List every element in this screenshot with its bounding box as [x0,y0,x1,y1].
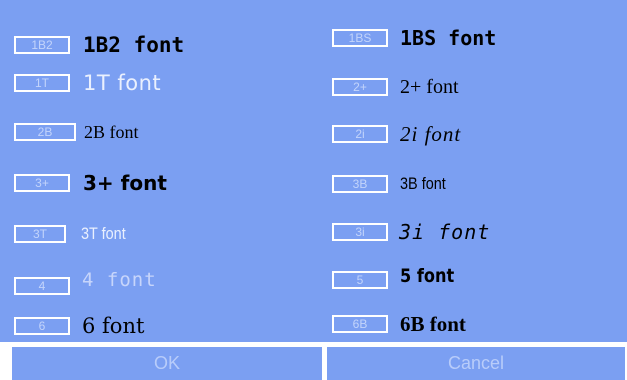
font-option-3plus[interactable]: 3+ 3+ font [14,169,167,197]
font-option-2b[interactable]: 2B 2B font [14,118,139,146]
font-option-chip: 6B [332,315,388,333]
font-option-label: 3B font [400,174,446,193]
font-option-chip: 2B [14,123,76,141]
font-option-4[interactable]: 4 4 font [14,269,157,300]
font-option-3t[interactable]: 3T 3T font [14,220,134,248]
font-option-2i[interactable]: 2i 2i font [332,120,461,148]
font-option-label: 3+ font [83,171,167,195]
cancel-button[interactable]: Cancel [327,347,625,380]
font-option-chip: 3T [14,225,66,243]
font-option-label: 3i font [399,220,491,244]
font-option-2plus[interactable]: 2+ 2+ font [332,73,459,101]
font-option-label: 3T font [81,224,126,243]
ok-button[interactable]: OK [12,347,322,380]
font-option-3i[interactable]: 3i 3i font [332,218,490,246]
font-option-label: 6B font [400,311,466,336]
font-option-chip: 3i [332,223,388,241]
font-option-6[interactable]: 6 6 font [14,312,144,340]
font-option-5[interactable]: 5 5 font [332,262,464,290]
font-option-1b2[interactable]: 1B2 1B2 font [14,31,184,59]
font-option-label: 1B2 font [83,33,185,57]
font-option-chip: 2+ [332,78,388,96]
font-option-label: 1BS font [400,26,497,50]
font-option-label: 5 font [400,265,455,287]
font-option-3b[interactable]: 3B 3B font [332,170,454,198]
font-option-chip: 6 [14,317,70,335]
font-option-chip: 1T [14,74,70,92]
font-option-chip: 1BS [332,29,388,47]
font-option-chip: 2i [332,125,388,143]
font-option-label: 6 font [82,314,145,338]
font-option-label: 4 font [82,269,157,291]
font-option-chip: 3B [332,175,388,193]
font-option-chip: 3+ [14,174,70,192]
font-option-chip: 1B2 [14,36,70,54]
font-selector-panel: 1B2 1B2 font 1T 1T font 2B 2B font 3+ 3+… [0,0,627,342]
font-option-1bs[interactable]: 1BS 1BS font [332,24,496,52]
font-option-label: 2B font [84,121,139,142]
font-option-label: 1T font [83,71,162,95]
font-option-label: 2+ font [400,75,459,98]
font-option-6b[interactable]: 6B 6B font [332,310,466,338]
font-option-chip: 5 [332,271,388,289]
font-option-chip: 4 [14,277,70,295]
font-option-label: 2i font [400,121,462,146]
font-option-1t[interactable]: 1T 1T font [14,69,161,97]
